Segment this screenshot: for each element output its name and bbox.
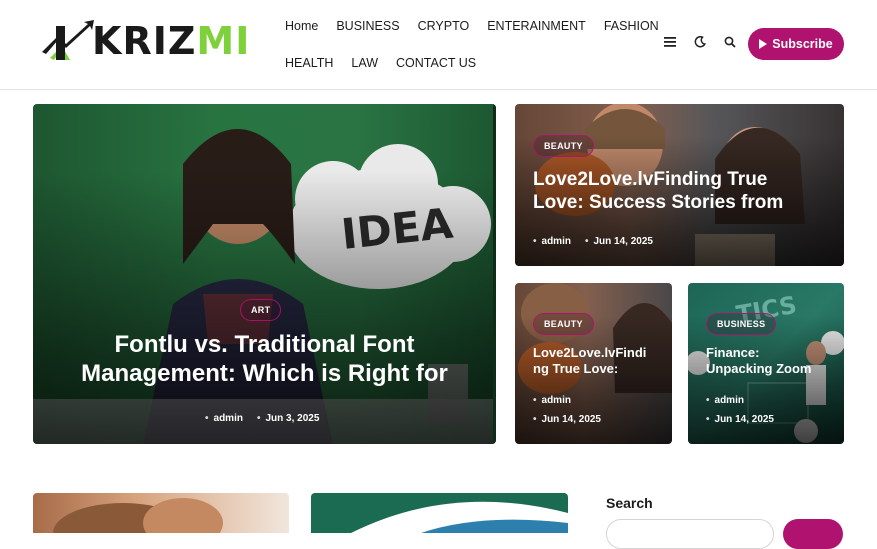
- nav-row-1: Home BUSINESS CRYPTO ENTERAINMENT FASHIO…: [285, 12, 659, 40]
- play-icon: [759, 39, 768, 49]
- subscribe-button[interactable]: Subscribe: [748, 28, 844, 60]
- nav-item-health[interactable]: HEALTH: [285, 56, 333, 70]
- title-line: Unpacking Zoom: [706, 360, 812, 376]
- title-line: Finance:: [706, 345, 760, 360]
- nav-item-contact[interactable]: CONTACT US: [396, 56, 476, 70]
- site-logo[interactable]: KRIZMI: [36, 18, 261, 64]
- date-label: Jun 14, 2025: [706, 414, 774, 425]
- card-title[interactable]: Love2Love.lvFinding True Love: Success S…: [533, 168, 833, 214]
- logo-text: KRIZMI: [92, 19, 251, 63]
- nav-item-business[interactable]: BUSINESS: [336, 19, 399, 33]
- author-label[interactable]: admin: [706, 395, 774, 406]
- nav-item-fashion[interactable]: FASHION: [604, 19, 659, 33]
- date-label: Jun 14, 2025: [533, 414, 601, 425]
- nav-item-crypto[interactable]: CRYPTO: [418, 19, 470, 33]
- category-badge[interactable]: BEAUTY: [533, 135, 594, 157]
- nav-item-law[interactable]: LAW: [351, 56, 378, 70]
- site-header: KRIZMI Home BUSINESS CRYPTO ENTERAINMENT…: [0, 0, 877, 90]
- featured-card[interactable]: BEAUTY Love2Love.lvFinding True Love: Su…: [515, 104, 844, 266]
- author-label[interactable]: admin: [205, 413, 243, 424]
- category-badge[interactable]: BUSINESS: [706, 313, 777, 335]
- card-meta: admin Jun 14, 2025: [533, 395, 601, 425]
- moon-icon[interactable]: [692, 34, 708, 50]
- category-badge[interactable]: ART: [240, 299, 282, 321]
- card-divider: [493, 104, 496, 444]
- title-line: Love2Love.lvFindi: [533, 345, 647, 360]
- nav-row-2: HEALTH LAW CONTACT US: [285, 49, 645, 77]
- header-icons: [662, 34, 738, 50]
- nav-item-entertainment[interactable]: ENTERAINMENT: [487, 19, 586, 33]
- card-meta: admin Jun 14, 2025: [533, 236, 653, 247]
- sidebar-search-title: Search: [606, 495, 653, 511]
- author-label[interactable]: admin: [533, 395, 601, 406]
- card-title[interactable]: Finance: Unpacking Zoom: [706, 345, 841, 377]
- main-nav: Home BUSINESS CRYPTO ENTERAINMENT FASHIO…: [285, 12, 659, 77]
- title-line: Fontlu vs. Traditional Font: [114, 331, 415, 358]
- card-title[interactable]: Love2Love.lvFindi ng True Love:: [533, 345, 668, 377]
- title-line: Love2Love.lvFinding True: [533, 169, 768, 190]
- card-overlay: [33, 104, 496, 444]
- title-line: Love: Success Stories from: [533, 192, 784, 214]
- post-thumbnail[interactable]: [33, 493, 289, 533]
- card-meta: admin Jun 3, 2025: [205, 413, 320, 424]
- search-icon[interactable]: [722, 34, 738, 50]
- subscribe-label: Subscribe: [772, 37, 833, 51]
- category-badge[interactable]: BEAUTY: [533, 313, 594, 335]
- sidebar-search-input[interactable]: [606, 519, 774, 549]
- featured-card-main[interactable]: IDEA ART Fontlu vs. Traditional Font Man…: [33, 104, 496, 444]
- date-label: Jun 14, 2025: [585, 236, 652, 247]
- featured-card[interactable]: TICS BUSINESS Finance: Unpacking Zoom ad…: [688, 283, 844, 444]
- author-label[interactable]: admin: [533, 236, 571, 247]
- nav-item-home[interactable]: Home: [285, 19, 318, 33]
- card-meta: admin Jun 14, 2025: [706, 395, 774, 425]
- date-label: Jun 3, 2025: [257, 413, 319, 424]
- featured-card[interactable]: BEAUTY Love2Love.lvFindi ng True Love: a…: [515, 283, 672, 444]
- post-thumbnail[interactable]: [311, 493, 568, 533]
- card-title[interactable]: Fontlu vs. Traditional Font Management: …: [33, 330, 496, 389]
- title-line: ng True Love:: [533, 360, 619, 376]
- title-line: Management: Which is Right for: [81, 360, 448, 388]
- menu-icon[interactable]: [662, 34, 678, 50]
- logo-k-icon: [42, 20, 94, 60]
- sidebar-search-button[interactable]: [783, 519, 843, 549]
